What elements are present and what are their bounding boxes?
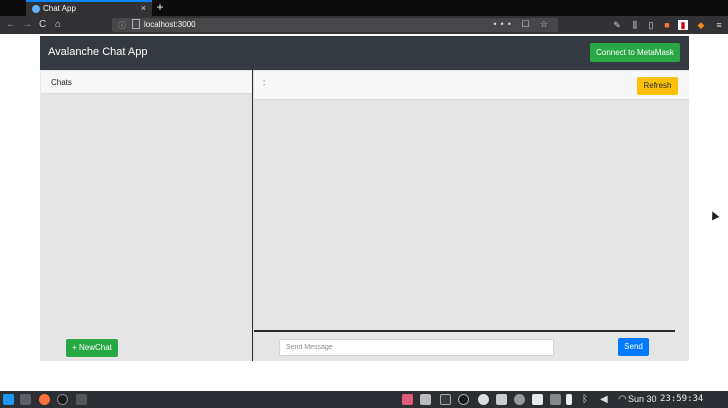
browser-tab[interactable]: Chat App ×	[26, 0, 152, 16]
obs-icon[interactable]	[57, 394, 68, 405]
url-bar[interactable]: ⓘ localhost:3000 ••• ☐ ☆	[112, 18, 558, 32]
page-icon	[132, 19, 140, 29]
chats-panel	[40, 70, 253, 361]
sidebar-icon[interactable]: ▯	[646, 20, 656, 30]
metamask-fox-icon[interactable]: ◆	[696, 20, 706, 30]
conversation-header	[254, 71, 689, 100]
tab-title: Chat App	[43, 4, 76, 13]
file-manager-icon[interactable]	[20, 394, 31, 405]
extension-icon[interactable]: ■	[662, 20, 672, 30]
start-menu-icon[interactable]	[3, 394, 14, 405]
connect-metamask-button[interactable]: Connect to MetaMask	[590, 43, 680, 62]
refresh-button[interactable]: Refresh	[637, 77, 678, 95]
window-task-icon[interactable]	[76, 394, 87, 405]
reload-icon[interactable]: C	[39, 19, 46, 30]
tray-updates-icon[interactable]	[478, 394, 489, 405]
info-icon[interactable]: ⓘ	[118, 20, 126, 31]
extension-flag-icon[interactable]: ▮	[678, 20, 688, 30]
tray-network-icon[interactable]	[514, 394, 525, 405]
taskbar-clock[interactable]: 23:59:34	[660, 394, 703, 404]
bluetooth-icon[interactable]: ᛒ	[582, 394, 593, 405]
close-tab-icon[interactable]: ×	[141, 3, 146, 13]
tray-app-icon[interactable]	[402, 394, 413, 405]
library-icon[interactable]: ⫼	[630, 20, 640, 30]
forward-icon[interactable]: →	[22, 19, 32, 30]
new-chat-button[interactable]: + NewChat	[66, 339, 118, 357]
taskbar-date[interactable]: Sun 30	[628, 394, 657, 404]
tray-obs-icon[interactable]	[458, 394, 469, 405]
tray-clipboard-icon[interactable]	[420, 394, 431, 405]
home-icon[interactable]: ⌂	[55, 19, 61, 30]
chats-label: Chats	[51, 78, 72, 87]
tray-usb-icon[interactable]	[566, 394, 572, 405]
tray-notes-icon[interactable]	[532, 394, 543, 405]
tab-favicon-icon	[32, 5, 40, 13]
tray-keyboard-icon[interactable]	[550, 394, 561, 405]
firefox-icon[interactable]	[39, 394, 50, 405]
menu-icon[interactable]: ≡	[714, 20, 724, 30]
new-tab-button[interactable]: +	[154, 0, 166, 16]
send-message-input[interactable]	[279, 339, 554, 356]
send-button[interactable]: Send	[618, 338, 649, 356]
volume-icon[interactable]: ◀	[600, 394, 611, 405]
chats-header	[41, 71, 252, 94]
conversation-title: :	[263, 78, 266, 87]
message-area-divider	[254, 330, 675, 332]
url-text[interactable]: localhost:3000	[144, 20, 196, 29]
tray-device-icon[interactable]	[496, 394, 507, 405]
app-brand[interactable]: Avalanche Chat App	[48, 46, 147, 58]
back-icon[interactable]: ←	[6, 19, 16, 30]
wrench-icon[interactable]: ✎	[612, 20, 622, 30]
tray-display-icon[interactable]	[440, 394, 451, 405]
page-actions-icon[interactable]: ••• ☐ ☆	[493, 19, 552, 30]
